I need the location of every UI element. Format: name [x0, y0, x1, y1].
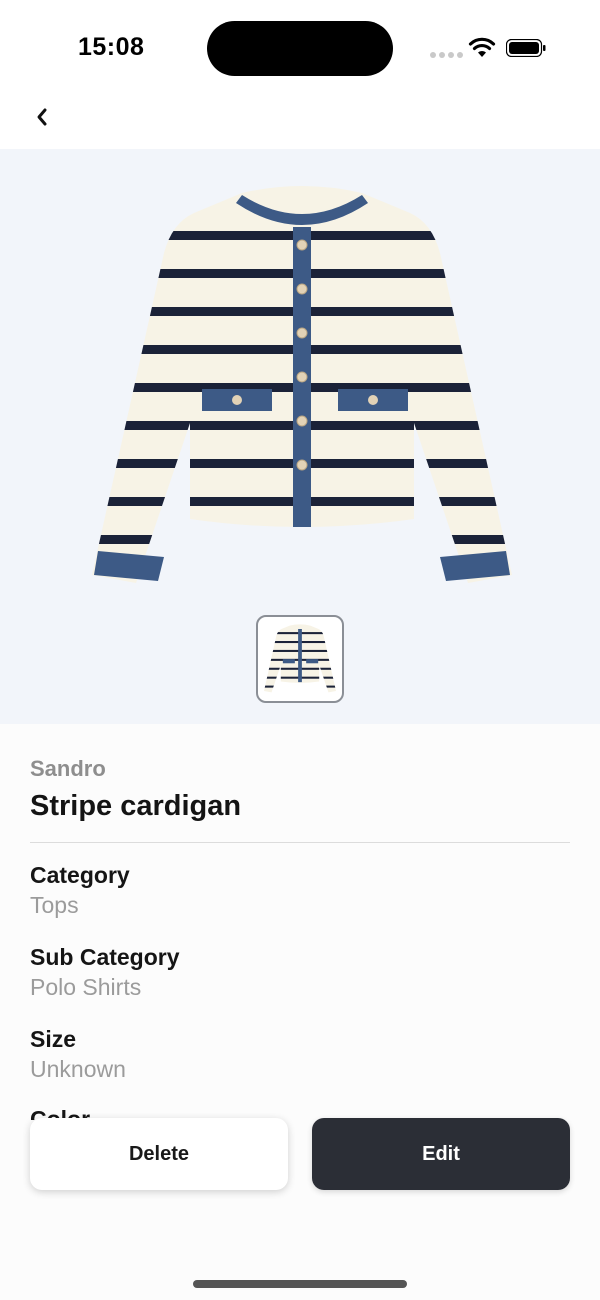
size-label: Size: [30, 1026, 77, 1052]
product-details: Sandro Stripe cardigan Category Tops Sub…: [0, 724, 600, 1300]
chevron-left-icon: [37, 108, 47, 126]
product-image[interactable]: [92, 183, 512, 593]
home-indicator: [193, 1280, 407, 1288]
size-value: Unknown: [30, 1056, 126, 1082]
wifi-icon: [468, 37, 496, 57]
thumbnail-image-1[interactable]: [256, 615, 344, 703]
dynamic-island: [207, 21, 393, 76]
cellular-signal-icon: [430, 52, 463, 58]
category-label: Category: [30, 862, 130, 888]
subcategory-value: Polo Shirts: [30, 974, 142, 1000]
category-value: Tops: [30, 892, 79, 918]
delete-button[interactable]: Delete: [30, 1118, 288, 1190]
product-title: Stripe cardigan: [30, 790, 242, 822]
subcategory-label: Sub Category: [30, 944, 180, 970]
cardigan-thumbnail-icon: [264, 624, 336, 693]
battery-icon: [506, 39, 546, 57]
edit-button[interactable]: Edit: [312, 1118, 570, 1190]
product-image-panel: [0, 149, 600, 724]
brand-name: Sandro: [30, 756, 106, 781]
status-time: 15:08: [78, 33, 145, 61]
back-button[interactable]: [24, 100, 60, 134]
status-bar: 15:08: [0, 0, 600, 96]
divider: [30, 842, 570, 843]
